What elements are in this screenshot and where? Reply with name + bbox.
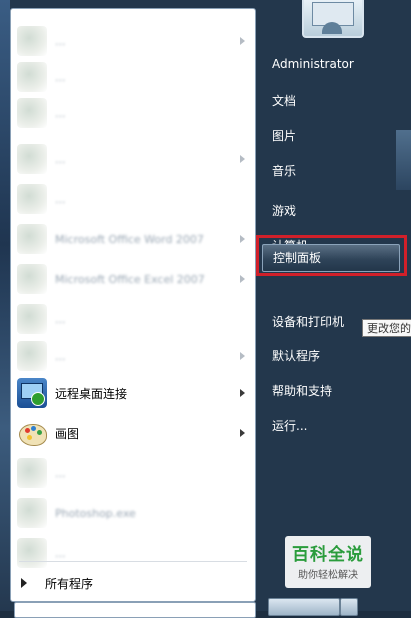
shutdown-options-button[interactable]	[340, 598, 358, 616]
submenu-arrow-icon[interactable]	[240, 235, 245, 243]
program-label: Microsoft Office Word 2007	[55, 232, 204, 246]
program-label: ...	[55, 152, 66, 166]
application-icon	[17, 341, 47, 371]
program-item[interactable]: ...	[11, 301, 255, 337]
remote-desktop-icon	[17, 378, 47, 408]
submenu-arrow-icon[interactable]	[240, 37, 245, 45]
program-label: ...	[55, 192, 66, 206]
pictures-link[interactable]: 图片	[262, 124, 398, 148]
program-item[interactable]: ...	[11, 59, 255, 95]
program-label: ...	[55, 466, 66, 480]
documents-link[interactable]: 文档	[262, 89, 398, 113]
tooltip: 更改您的	[362, 319, 411, 337]
program-item[interactable]: ...	[11, 141, 255, 177]
application-icon	[17, 224, 47, 254]
all-programs-button[interactable]: 所有程序	[11, 569, 255, 597]
submenu-arrow-icon[interactable]	[240, 155, 245, 163]
program-item[interactable]: Photoshop.exe	[11, 495, 255, 531]
watermark-title: 百科全说	[292, 545, 364, 565]
paint-icon	[17, 418, 47, 448]
program-item[interactable]: ...	[11, 338, 255, 374]
program-item[interactable]: Microsoft Office Excel 2007	[11, 261, 255, 297]
program-item[interactable]: ...	[11, 181, 255, 217]
application-icon	[17, 498, 47, 528]
shutdown-button[interactable]	[268, 598, 340, 616]
application-icon	[17, 264, 47, 294]
program-label: ...	[55, 349, 66, 363]
program-label: 远程桌面连接	[55, 386, 128, 401]
user-picture[interactable]	[302, 0, 364, 38]
annotation-highlight-box	[256, 235, 407, 276]
application-icon	[17, 184, 47, 214]
expand-arrow-icon	[21, 578, 27, 588]
program-label: ...	[55, 106, 66, 120]
application-icon	[17, 458, 47, 488]
default-programs-link[interactable]: 默认程序	[262, 344, 398, 368]
program-item[interactable]: 画图	[11, 415, 255, 451]
help-support-link[interactable]: 帮助和支持	[262, 379, 398, 403]
program-label: 画图	[55, 426, 80, 441]
program-label: Photoshop.exe	[55, 506, 136, 520]
submenu-arrow-icon[interactable]	[240, 275, 245, 283]
watermark-logo: 百科全说 助你轻松解决	[285, 536, 371, 588]
application-icon	[17, 62, 47, 92]
separator	[19, 561, 247, 562]
submenu-arrow-icon[interactable]	[240, 352, 245, 360]
submenu-arrow-icon[interactable]	[240, 389, 245, 397]
user-name-link[interactable]: Administrator	[262, 52, 398, 76]
programs-pane: ............... Microsoft Office Word 200…	[10, 8, 256, 602]
program-item[interactable]: ...	[11, 455, 255, 491]
program-item[interactable]: Microsoft Office Word 2007	[11, 221, 255, 257]
desktop-background	[0, 0, 10, 611]
run-link[interactable]: 运行...	[262, 414, 398, 438]
program-label: ...	[55, 546, 66, 560]
application-icon	[17, 26, 47, 56]
games-link[interactable]: 游戏	[262, 199, 398, 223]
program-label: Microsoft Office Excel 2007	[55, 272, 205, 286]
watermark-subtitle: 助你轻松解决	[298, 570, 358, 581]
program-item[interactable]: ...	[11, 535, 255, 571]
application-icon	[17, 304, 47, 334]
application-icon	[17, 538, 47, 568]
program-label: ...	[55, 312, 66, 326]
search-input[interactable]	[14, 602, 256, 618]
program-item[interactable]: ...	[11, 95, 255, 131]
submenu-arrow-icon[interactable]	[240, 429, 245, 437]
program-label: ...	[55, 34, 66, 48]
program-label: ...	[55, 70, 66, 84]
application-icon	[17, 144, 47, 174]
application-icon	[17, 98, 47, 128]
desktop-background-edge	[396, 130, 411, 190]
program-item[interactable]: ...	[11, 23, 255, 59]
program-item[interactable]: 远程桌面连接	[11, 375, 255, 411]
all-programs-label: 所有程序	[45, 576, 94, 591]
music-link[interactable]: 音乐	[262, 159, 398, 183]
